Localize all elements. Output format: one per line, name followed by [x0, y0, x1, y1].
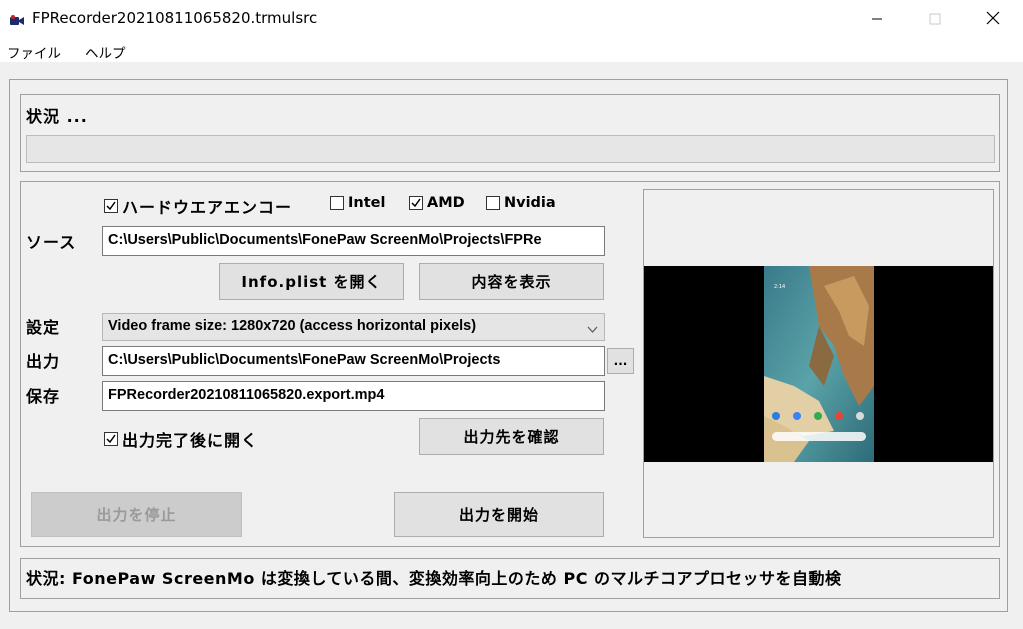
checkbox-checked-icon: [104, 199, 118, 213]
stop-output-button[interactable]: 出力を停止: [31, 492, 242, 537]
svg-text:2:14: 2:14: [774, 284, 785, 290]
source-label: ソース: [26, 233, 77, 252]
intel-checkbox[interactable]: Intel: [330, 195, 385, 211]
maximize-icon: [929, 10, 941, 29]
hardware-encoder-checkbox[interactable]: ハードウエアエンコー: [104, 194, 292, 218]
close-icon: [986, 10, 1000, 29]
nvidia-checkbox[interactable]: Nvidia: [486, 195, 556, 211]
video-size-select[interactable]: Video frame size: 1280x720 (access horiz…: [102, 313, 605, 341]
start-output-button[interactable]: 出力を開始: [394, 492, 604, 537]
progress-bar: [26, 135, 995, 163]
minimize-icon: [871, 10, 883, 29]
amd-checkbox[interactable]: AMD: [409, 195, 465, 211]
nvidia-label: Nvidia: [504, 195, 556, 211]
window-title: FPRecorder20210811065820.trmulsrc: [32, 9, 318, 27]
checkbox-checked-icon: [409, 196, 423, 210]
amd-label: AMD: [427, 195, 465, 211]
open-after-checkbox[interactable]: 出力完了後に開く: [104, 427, 258, 451]
save-filename-field[interactable]: FPRecorder20210811065820.export.mp4: [102, 381, 605, 411]
menu-help[interactable]: ヘルプ: [85, 42, 126, 62]
video-size-value: Video frame size: 1280x720 (access horiz…: [108, 318, 477, 334]
intel-label: Intel: [348, 195, 386, 211]
output-path-field[interactable]: C:\Users\Public\Documents\FonePaw Screen…: [102, 346, 605, 376]
browse-button[interactable]: ...: [607, 348, 634, 374]
minimize-button[interactable]: [848, 0, 906, 38]
checkbox-checked-icon: [104, 432, 118, 446]
close-button[interactable]: [964, 0, 1022, 38]
bottom-status-text: 状況: FonePaw ScreenMo は変換している間、変換効率向上のため …: [26, 569, 842, 588]
show-contents-button[interactable]: 内容を表示: [419, 263, 604, 300]
confirm-output-button[interactable]: 出力先を確認: [419, 418, 604, 455]
output-label: 出力: [26, 352, 61, 371]
checkbox-unchecked-icon: [330, 196, 344, 210]
settings-label: 設定: [26, 318, 61, 337]
source-path-field[interactable]: C:\Users\Public\Documents\FonePaw Screen…: [102, 226, 605, 256]
open-plist-button[interactable]: Info.plist を開く: [219, 263, 404, 300]
phone-screenshot-preview: 2:14: [764, 266, 874, 462]
menu-file[interactable]: ファイル: [7, 42, 61, 62]
maximize-button[interactable]: [906, 0, 964, 38]
checkbox-unchecked-icon: [486, 196, 500, 210]
chevron-down-icon: [587, 322, 598, 338]
title-bar: FPRecorder20210811065820.trmulsrc: [0, 0, 1023, 38]
save-label: 保存: [26, 387, 61, 406]
open-after-label: 出力完了後に開く: [122, 431, 259, 450]
hardware-encoder-label: ハードウエアエンコー: [122, 198, 293, 217]
menu-bar: ファイル ヘルプ: [0, 38, 1023, 62]
video-camera-icon: [10, 12, 24, 25]
status-label: 状況 ...: [26, 107, 88, 126]
